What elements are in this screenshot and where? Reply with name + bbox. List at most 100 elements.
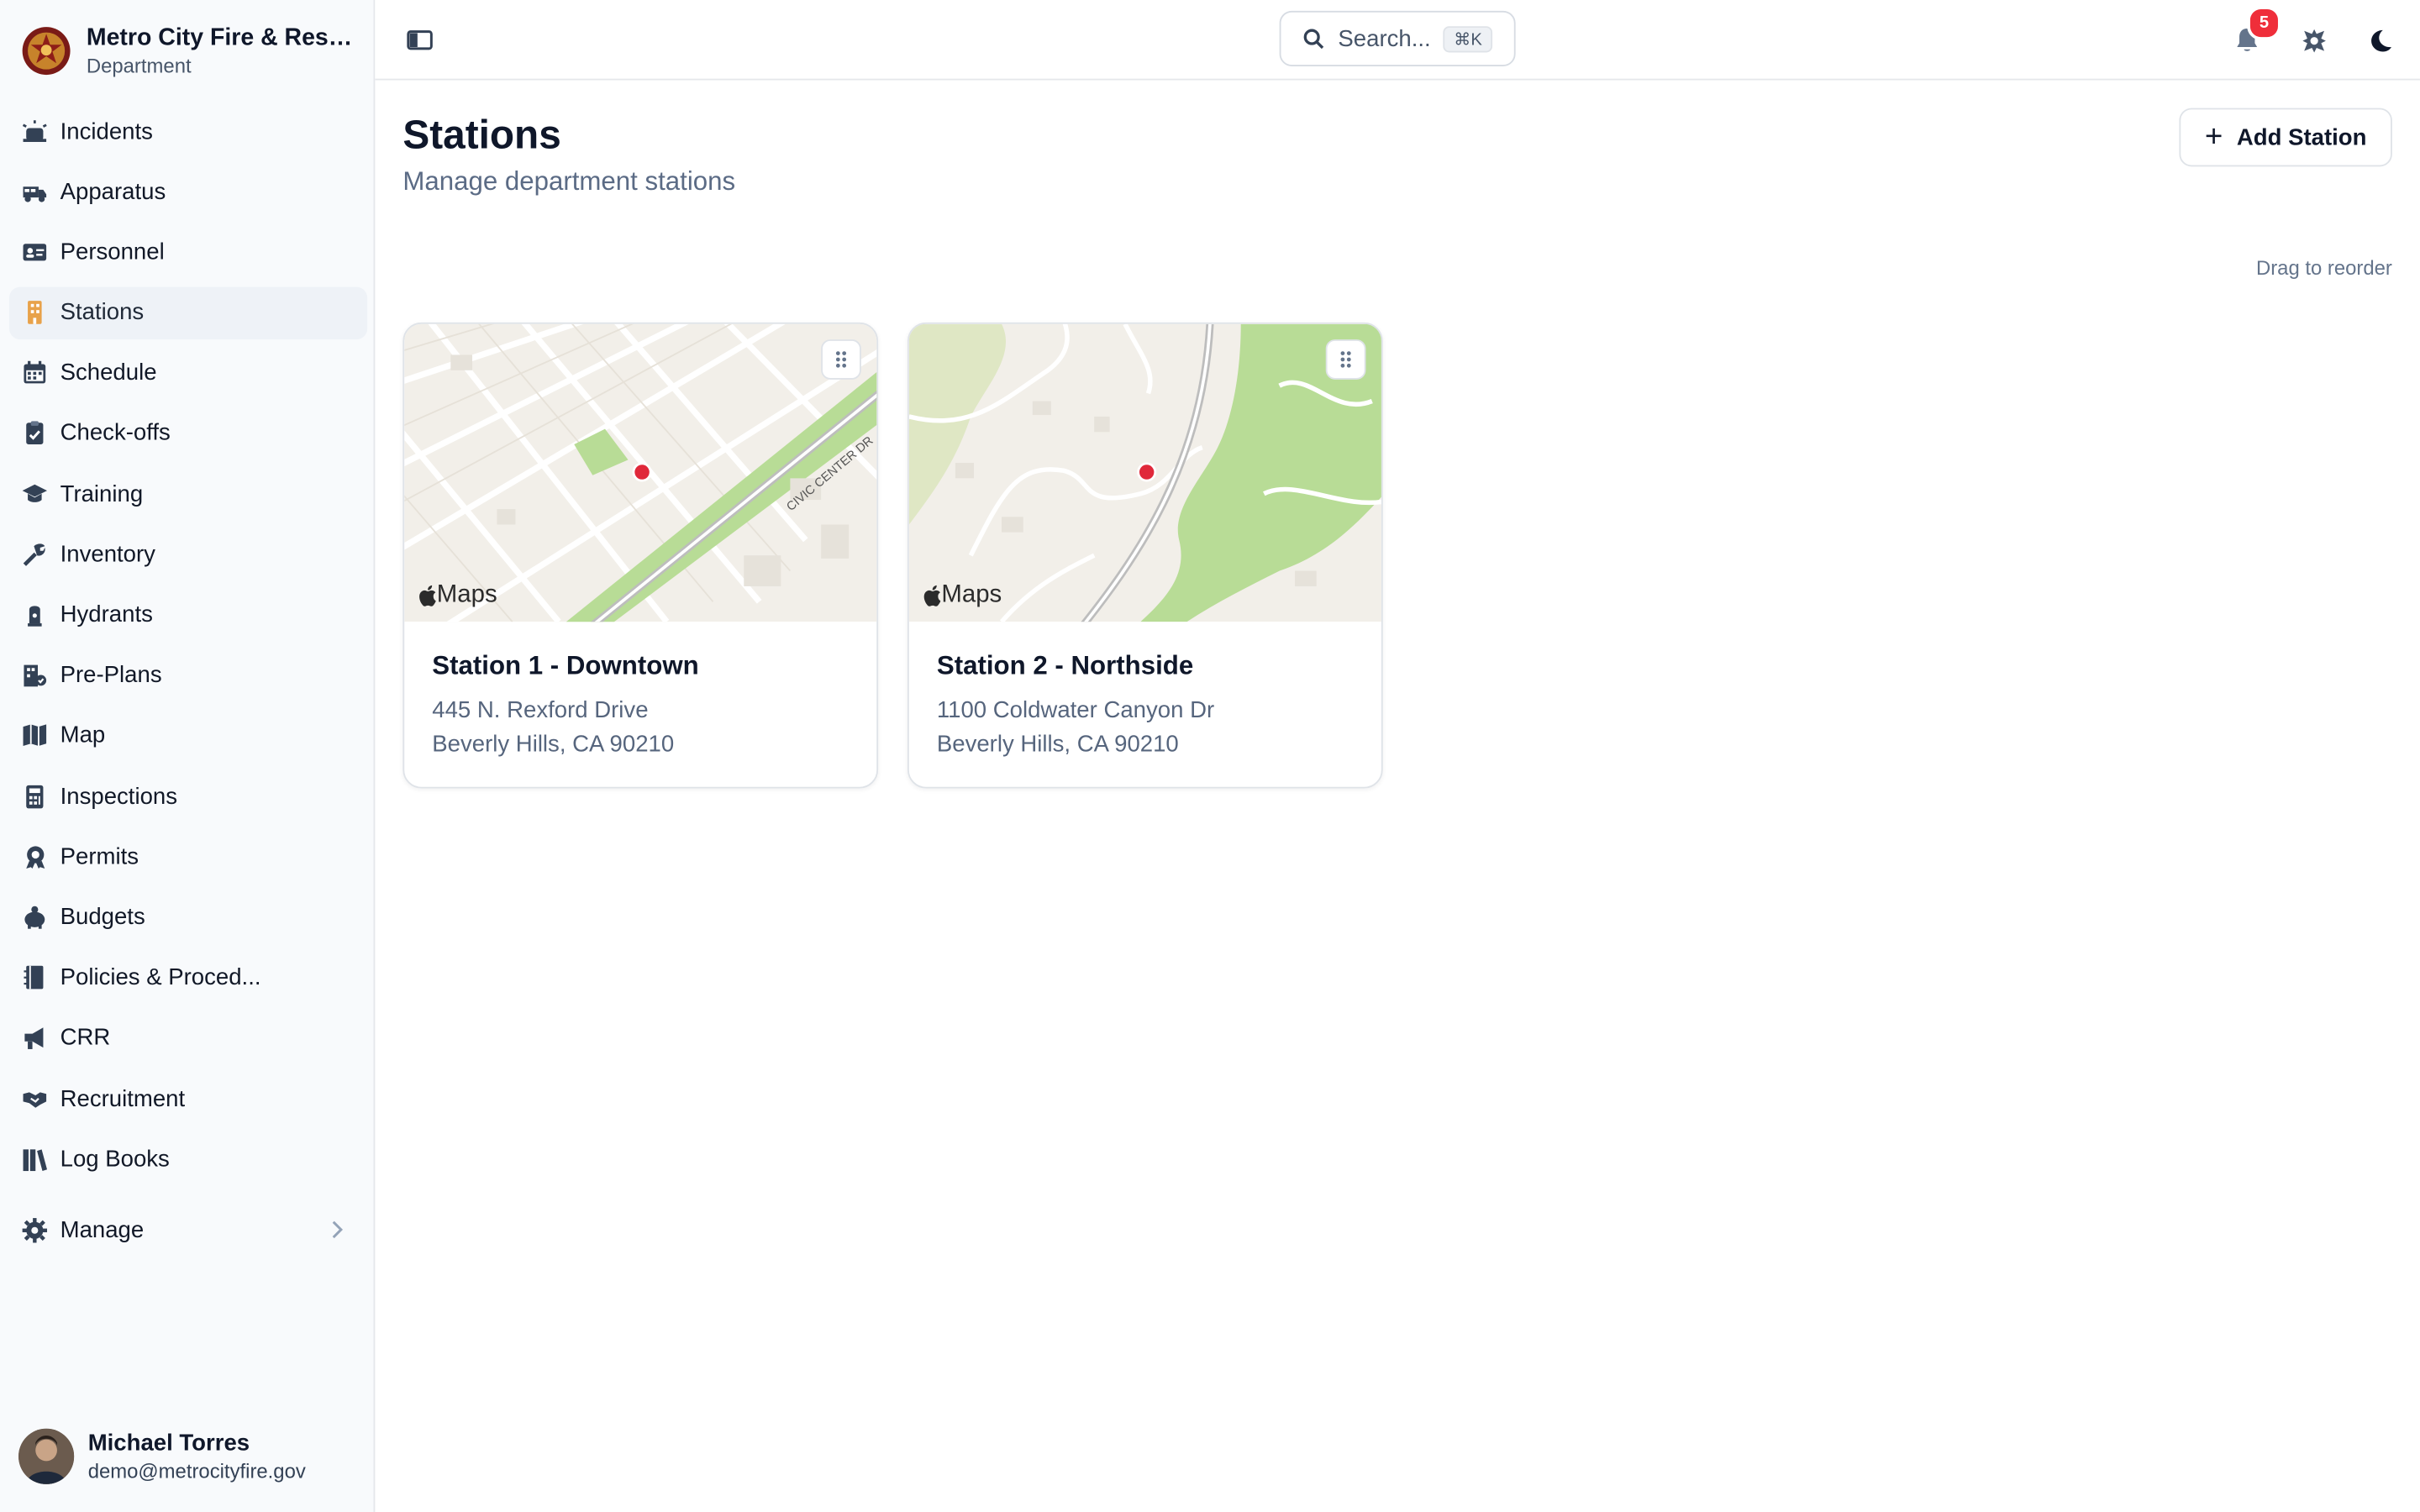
apple-maps-attribution[interactable]: Maps: [418, 581, 497, 609]
siren-icon: [20, 118, 48, 145]
fire-truck-icon: [20, 178, 48, 206]
sidebar-item-label: Permits: [60, 843, 139, 870]
incident-command-button[interactable]: [2291, 18, 2334, 61]
sidebar-item-label: Training: [60, 480, 144, 507]
station-address-line1: 445 N. Rexford Drive: [432, 697, 649, 724]
sidebar-item-label: Hydrants: [60, 601, 153, 628]
user-email: demo@metrocityfire.gov: [87, 1459, 306, 1483]
notifications-button[interactable]: 5: [2226, 6, 2281, 61]
clipboard-check-icon: [20, 419, 48, 447]
permit-badge-icon: [20, 843, 48, 870]
avatar: [18, 1428, 75, 1484]
building-plan-icon: [20, 661, 48, 689]
sidebar-item-budgets[interactable]: Budgets: [9, 891, 367, 943]
add-station-label: Add Station: [2236, 123, 2367, 151]
drag-handle[interactable]: [1325, 339, 1366, 380]
drag-handle[interactable]: [821, 339, 861, 380]
station-card[interactable]: Maps Station 2 - Northside 1100 Coldwate…: [907, 322, 1383, 789]
sidebar-item-check-offs[interactable]: Check-offs: [9, 407, 367, 459]
station-map[interactable]: CIVIC CENTER DR: [404, 323, 878, 622]
station-card[interactable]: CIVIC CENTER DR Maps Station 1 - Downtow…: [402, 322, 879, 789]
user-menu[interactable]: Michael Torres demo@metrocityfire.gov: [18, 1428, 306, 1484]
station-map[interactable]: [908, 323, 1383, 622]
sidebar-item-label: Budgets: [60, 904, 145, 931]
piggy-bank-icon: [20, 903, 48, 931]
hydrant-icon: [20, 601, 48, 628]
sidebar-item-label: Inventory: [60, 541, 155, 568]
top-bar: Search... ⌘K 5: [375, 0, 2420, 81]
grip-vertical-icon: [835, 351, 847, 368]
chevron-right-icon: [332, 1221, 343, 1239]
sidebar-item-pre-plans[interactable]: Pre-Plans: [9, 649, 367, 701]
plus-icon: +: [2204, 120, 2223, 155]
book-icon: [20, 963, 48, 991]
sidebar-item-policies[interactable]: Policies & Proced...: [9, 952, 367, 1004]
fire-department-logo: [22, 27, 71, 76]
apple-logo-icon: [923, 585, 941, 606]
sidebar-item-inventory[interactable]: Inventory: [9, 528, 367, 580]
gear-icon: [20, 1215, 48, 1243]
sidebar-item-label: CRR: [60, 1025, 111, 1052]
theme-toggle-button[interactable]: [2358, 18, 2401, 61]
page-subtitle: Manage department stations: [402, 166, 736, 197]
sidebar-item-training[interactable]: Training: [9, 468, 367, 520]
add-station-button[interactable]: + Add Station: [2179, 108, 2392, 167]
sidebar-toggle-icon[interactable]: [406, 26, 434, 54]
sidebar-nav: Incidents Apparatus Personnel Stations S…: [9, 105, 368, 1194]
sidebar-item-label: Check-offs: [60, 420, 171, 447]
sidebar-item-inspections[interactable]: Inspections: [9, 770, 367, 822]
maps-label: Maps: [436, 581, 497, 608]
apple-maps-attribution[interactable]: Maps: [923, 581, 1002, 609]
moon-icon: [2370, 29, 2391, 51]
drag-hint: Drag to reorder: [2255, 255, 2392, 280]
sidebar-item-stations[interactable]: Stations: [9, 286, 368, 339]
sidebar-item-label: Personnel: [60, 239, 165, 265]
sidebar-item-incidents[interactable]: Incidents: [9, 105, 367, 157]
sidebar-item-label: Log Books: [60, 1146, 170, 1173]
search-button[interactable]: Search... ⌘K: [1279, 10, 1516, 66]
sidebar-item-log-books[interactable]: Log Books: [9, 1132, 367, 1184]
station-name: Station 1 - Downtown: [432, 651, 699, 680]
megaphone-icon: [20, 1024, 48, 1052]
id-card-icon: [20, 239, 48, 266]
search-placeholder: Search...: [1338, 25, 1431, 52]
sidebar-item-personnel[interactable]: Personnel: [9, 226, 367, 278]
sidebar-item-label: Apparatus: [60, 178, 166, 205]
books-icon: [20, 1145, 48, 1173]
sidebar-item-crr[interactable]: CRR: [9, 1012, 367, 1064]
calculator-icon: [20, 782, 48, 810]
org-subtitle: Department: [86, 54, 192, 77]
page-title: Stations: [402, 111, 561, 158]
notification-badge: 5: [2247, 6, 2281, 40]
sidebar-item-manage[interactable]: Manage: [9, 1204, 367, 1256]
org-name: Metro City Fire & Resc...: [86, 24, 359, 51]
map-icon: [20, 722, 48, 749]
sidebar-item-hydrants[interactable]: Hydrants: [9, 589, 367, 641]
grip-vertical-icon: [1340, 351, 1351, 368]
maps-label: Maps: [941, 581, 1002, 608]
tools-icon: [20, 540, 48, 568]
sidebar-item-label: Incidents: [60, 118, 153, 144]
station-name: Station 2 - Northside: [936, 651, 1194, 680]
org-switcher[interactable]: Metro City Fire & Resc... Department: [22, 24, 359, 77]
calendar-icon: [20, 359, 48, 386]
sidebar-item-schedule[interactable]: Schedule: [9, 347, 367, 399]
sidebar-item-label: Stations: [60, 299, 145, 326]
handshake-icon: [20, 1084, 48, 1112]
sidebar-item-label: Policies & Proced...: [60, 964, 261, 991]
sidebar-item-label: Recruitment: [60, 1085, 186, 1112]
sidebar-item-label: Map: [60, 722, 106, 749]
search-icon: [1303, 29, 1324, 50]
sidebar-item-label: Pre-Plans: [60, 662, 162, 689]
station-address-line1: 1100 Coldwater Canyon Dr: [936, 697, 1215, 724]
sidebar-item-apparatus[interactable]: Apparatus: [9, 165, 367, 218]
sidebar-item-label: Manage: [60, 1216, 145, 1243]
apple-logo-icon: [419, 585, 436, 606]
sidebar-item-permits[interactable]: Permits: [9, 831, 367, 883]
sidebar-item-label: Inspections: [60, 783, 178, 810]
building-icon: [20, 299, 48, 327]
sidebar-item-map[interactable]: Map: [9, 710, 367, 762]
sidebar-item-recruitment[interactable]: Recruitment: [9, 1073, 367, 1125]
station-address-line2: Beverly Hills, CA 90210: [936, 731, 1179, 758]
graduation-cap-icon: [20, 480, 48, 507]
